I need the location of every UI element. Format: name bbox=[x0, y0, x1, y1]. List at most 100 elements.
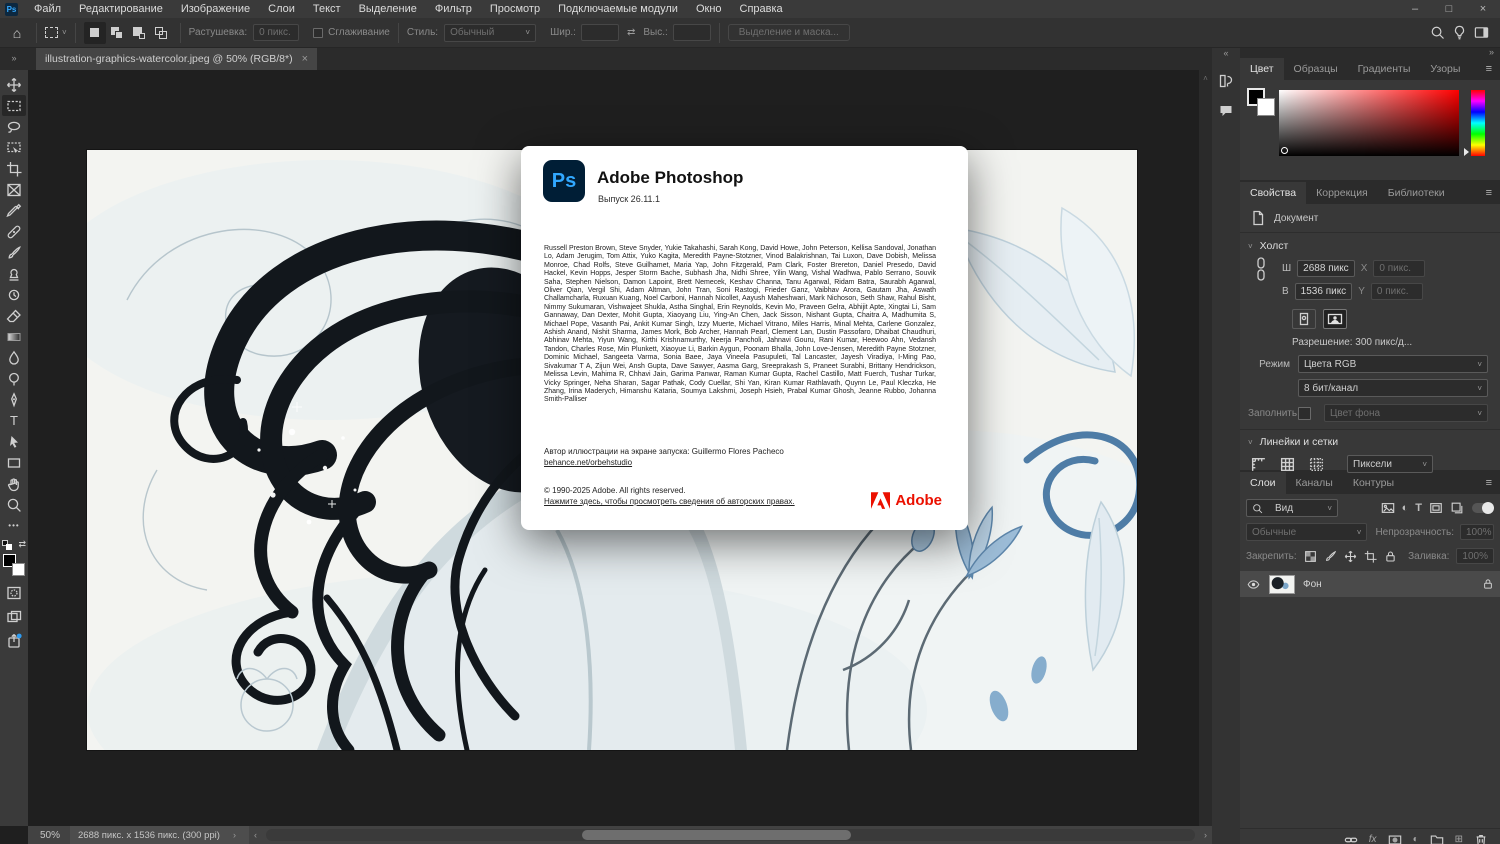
info-expand-icon[interactable]: › bbox=[228, 830, 241, 840]
eraser-tool[interactable] bbox=[2, 305, 26, 326]
lock-position-icon[interactable] bbox=[1344, 550, 1357, 563]
zoom-level[interactable]: 50% bbox=[28, 830, 70, 841]
toolbar-expand-icon[interactable]: » bbox=[0, 48, 28, 70]
menu-help[interactable]: Справка bbox=[731, 3, 792, 15]
layer-row-background[interactable]: Фон bbox=[1240, 571, 1500, 597]
filter-shape-icon[interactable] bbox=[1429, 501, 1443, 515]
menu-type[interactable]: Текст bbox=[304, 3, 350, 15]
tab-patterns[interactable]: Узоры bbox=[1420, 58, 1470, 80]
tab-properties[interactable]: Свойства bbox=[1240, 182, 1306, 204]
select-and-mask-button[interactable]: Выделение и маска... bbox=[728, 24, 850, 41]
background-swatch[interactable] bbox=[1257, 98, 1275, 116]
discover-lightbulb-icon[interactable] bbox=[1448, 22, 1470, 44]
layer-lock-icon[interactable] bbox=[1482, 578, 1494, 590]
add-adjustment-icon[interactable]: ◐ bbox=[1413, 834, 1419, 844]
scroll-right-icon[interactable]: › bbox=[1199, 830, 1212, 840]
eyedropper-tool[interactable] bbox=[2, 200, 26, 221]
workspace-switcher-icon[interactable] bbox=[1470, 22, 1492, 44]
add-mask-icon[interactable] bbox=[1388, 833, 1402, 844]
healing-brush-tool[interactable] bbox=[2, 221, 26, 242]
menu-image[interactable]: Изображение bbox=[172, 3, 259, 15]
rulers-section-header[interactable]: ˅ Линейки и сетки bbox=[1240, 430, 1500, 451]
search-icon[interactable] bbox=[1426, 22, 1448, 44]
lock-all-icon[interactable] bbox=[1384, 550, 1397, 563]
menu-filter[interactable]: Фильтр bbox=[426, 3, 481, 15]
portrait-orientation-button[interactable] bbox=[1292, 309, 1316, 329]
lasso-tool[interactable] bbox=[2, 116, 26, 137]
lock-pixels-icon[interactable] bbox=[1324, 550, 1337, 563]
zoom-tool[interactable] bbox=[2, 494, 26, 515]
canvas-width-input[interactable]: 2688 пикс bbox=[1297, 260, 1355, 277]
bit-depth-dropdown[interactable]: 8 бит/канал ˅ bbox=[1298, 379, 1488, 397]
tab-channels[interactable]: Каналы bbox=[1286, 472, 1343, 494]
new-group-folder-icon[interactable] bbox=[1430, 833, 1444, 844]
move-tool[interactable] bbox=[2, 74, 26, 95]
foreground-background-swatches[interactable] bbox=[3, 554, 25, 576]
crop-tool[interactable] bbox=[2, 158, 26, 179]
clone-stamp-tool[interactable] bbox=[2, 263, 26, 284]
filter-image-icon[interactable] bbox=[1381, 501, 1395, 515]
vertical-scrollbar[interactable]: ˄ bbox=[1199, 70, 1212, 826]
layer-filter-dropdown[interactable]: Вид ˅ bbox=[1246, 499, 1338, 517]
grid-toggle-icon[interactable] bbox=[1279, 456, 1296, 473]
close-button[interactable]: × bbox=[1466, 0, 1500, 18]
panel-menu-icon[interactable]: ≡ bbox=[1478, 477, 1500, 494]
new-selection-button[interactable] bbox=[84, 22, 106, 44]
units-dropdown[interactable]: Пиксели ˅ bbox=[1347, 455, 1433, 473]
blend-mode-dropdown[interactable]: Обычные ˅ bbox=[1246, 523, 1367, 541]
fill-opacity-input[interactable]: 100% bbox=[1456, 548, 1494, 564]
tool-preset[interactable]: ˅ bbox=[45, 27, 67, 38]
rulers-toggle-icon[interactable] bbox=[1250, 456, 1267, 473]
hue-slider[interactable] bbox=[1471, 90, 1485, 156]
gradient-tool[interactable] bbox=[2, 326, 26, 347]
scroll-left-icon[interactable]: ‹ bbox=[249, 830, 262, 840]
y-input[interactable]: 0 пикс. bbox=[1371, 283, 1423, 300]
hand-tool[interactable] bbox=[2, 473, 26, 494]
history-brush-tool[interactable] bbox=[2, 284, 26, 305]
scroll-up-icon[interactable]: ˄ bbox=[1199, 70, 1212, 83]
comments-panel-icon[interactable] bbox=[1215, 100, 1237, 122]
expand-panels-icon[interactable]: « bbox=[1223, 48, 1228, 62]
horizontal-scrollbar[interactable] bbox=[266, 829, 1195, 841]
panel-menu-icon[interactable]: ≡ bbox=[1478, 187, 1500, 204]
quick-mask-button[interactable] bbox=[2, 582, 26, 603]
color-field[interactable] bbox=[1279, 90, 1459, 156]
tab-swatches[interactable]: Образцы bbox=[1284, 58, 1348, 80]
tab-paths[interactable]: Контуры bbox=[1343, 472, 1404, 494]
collapse-panels-icon[interactable]: » bbox=[1240, 48, 1500, 56]
tab-adjustments[interactable]: Коррекция bbox=[1306, 182, 1378, 204]
visibility-eye-icon[interactable] bbox=[1246, 578, 1261, 591]
tab-libraries[interactable]: Библиотеки bbox=[1378, 182, 1455, 204]
menu-window[interactable]: Окно bbox=[687, 3, 731, 15]
lock-artboard-icon[interactable] bbox=[1364, 550, 1377, 563]
filter-adjustment-icon[interactable]: ◐ bbox=[1402, 502, 1409, 514]
link-layers-icon[interactable] bbox=[1344, 833, 1358, 844]
screen-mode-button[interactable] bbox=[2, 606, 26, 627]
canvas-area[interactable]: Ps Adobe Photoshop Выпуск 26.11.1 Russel… bbox=[28, 70, 1212, 826]
height-input[interactable] bbox=[673, 24, 711, 41]
panel-menu-icon[interactable]: ≡ bbox=[1478, 63, 1500, 80]
object-selection-tool[interactable] bbox=[2, 137, 26, 158]
dodge-tool[interactable] bbox=[2, 368, 26, 389]
filter-toggle-switch[interactable] bbox=[1472, 503, 1494, 513]
tab-layers[interactable]: Слои bbox=[1240, 472, 1286, 494]
swap-colors-icon[interactable]: ⇄ bbox=[18, 539, 26, 550]
document-tab[interactable]: illustration-graphics-watercolor.jpeg @ … bbox=[36, 48, 317, 70]
menu-edit[interactable]: Редактирование bbox=[70, 3, 172, 15]
minimize-button[interactable]: – bbox=[1398, 0, 1432, 18]
link-dimensions-icon[interactable] bbox=[1254, 256, 1268, 282]
scrollbar-thumb[interactable] bbox=[582, 830, 851, 840]
background-color[interactable] bbox=[12, 563, 25, 576]
fill-color-dropdown[interactable]: Цвет фона ˅ bbox=[1324, 404, 1488, 422]
layer-effects-icon[interactable]: fx bbox=[1369, 834, 1377, 844]
maximize-button[interactable]: □ bbox=[1432, 0, 1466, 18]
blur-tool[interactable] bbox=[2, 347, 26, 368]
home-icon[interactable]: ⌂ bbox=[6, 22, 28, 44]
share-feedback-button[interactable] bbox=[2, 630, 26, 651]
menu-layers[interactable]: Слои bbox=[259, 3, 304, 15]
landscape-orientation-button[interactable] bbox=[1323, 309, 1347, 329]
antialias-checkbox[interactable] bbox=[313, 28, 323, 38]
filter-type-icon[interactable]: T bbox=[1415, 502, 1422, 514]
delete-layer-trash-icon[interactable] bbox=[1474, 833, 1488, 844]
intersect-selection-button[interactable] bbox=[150, 22, 172, 44]
